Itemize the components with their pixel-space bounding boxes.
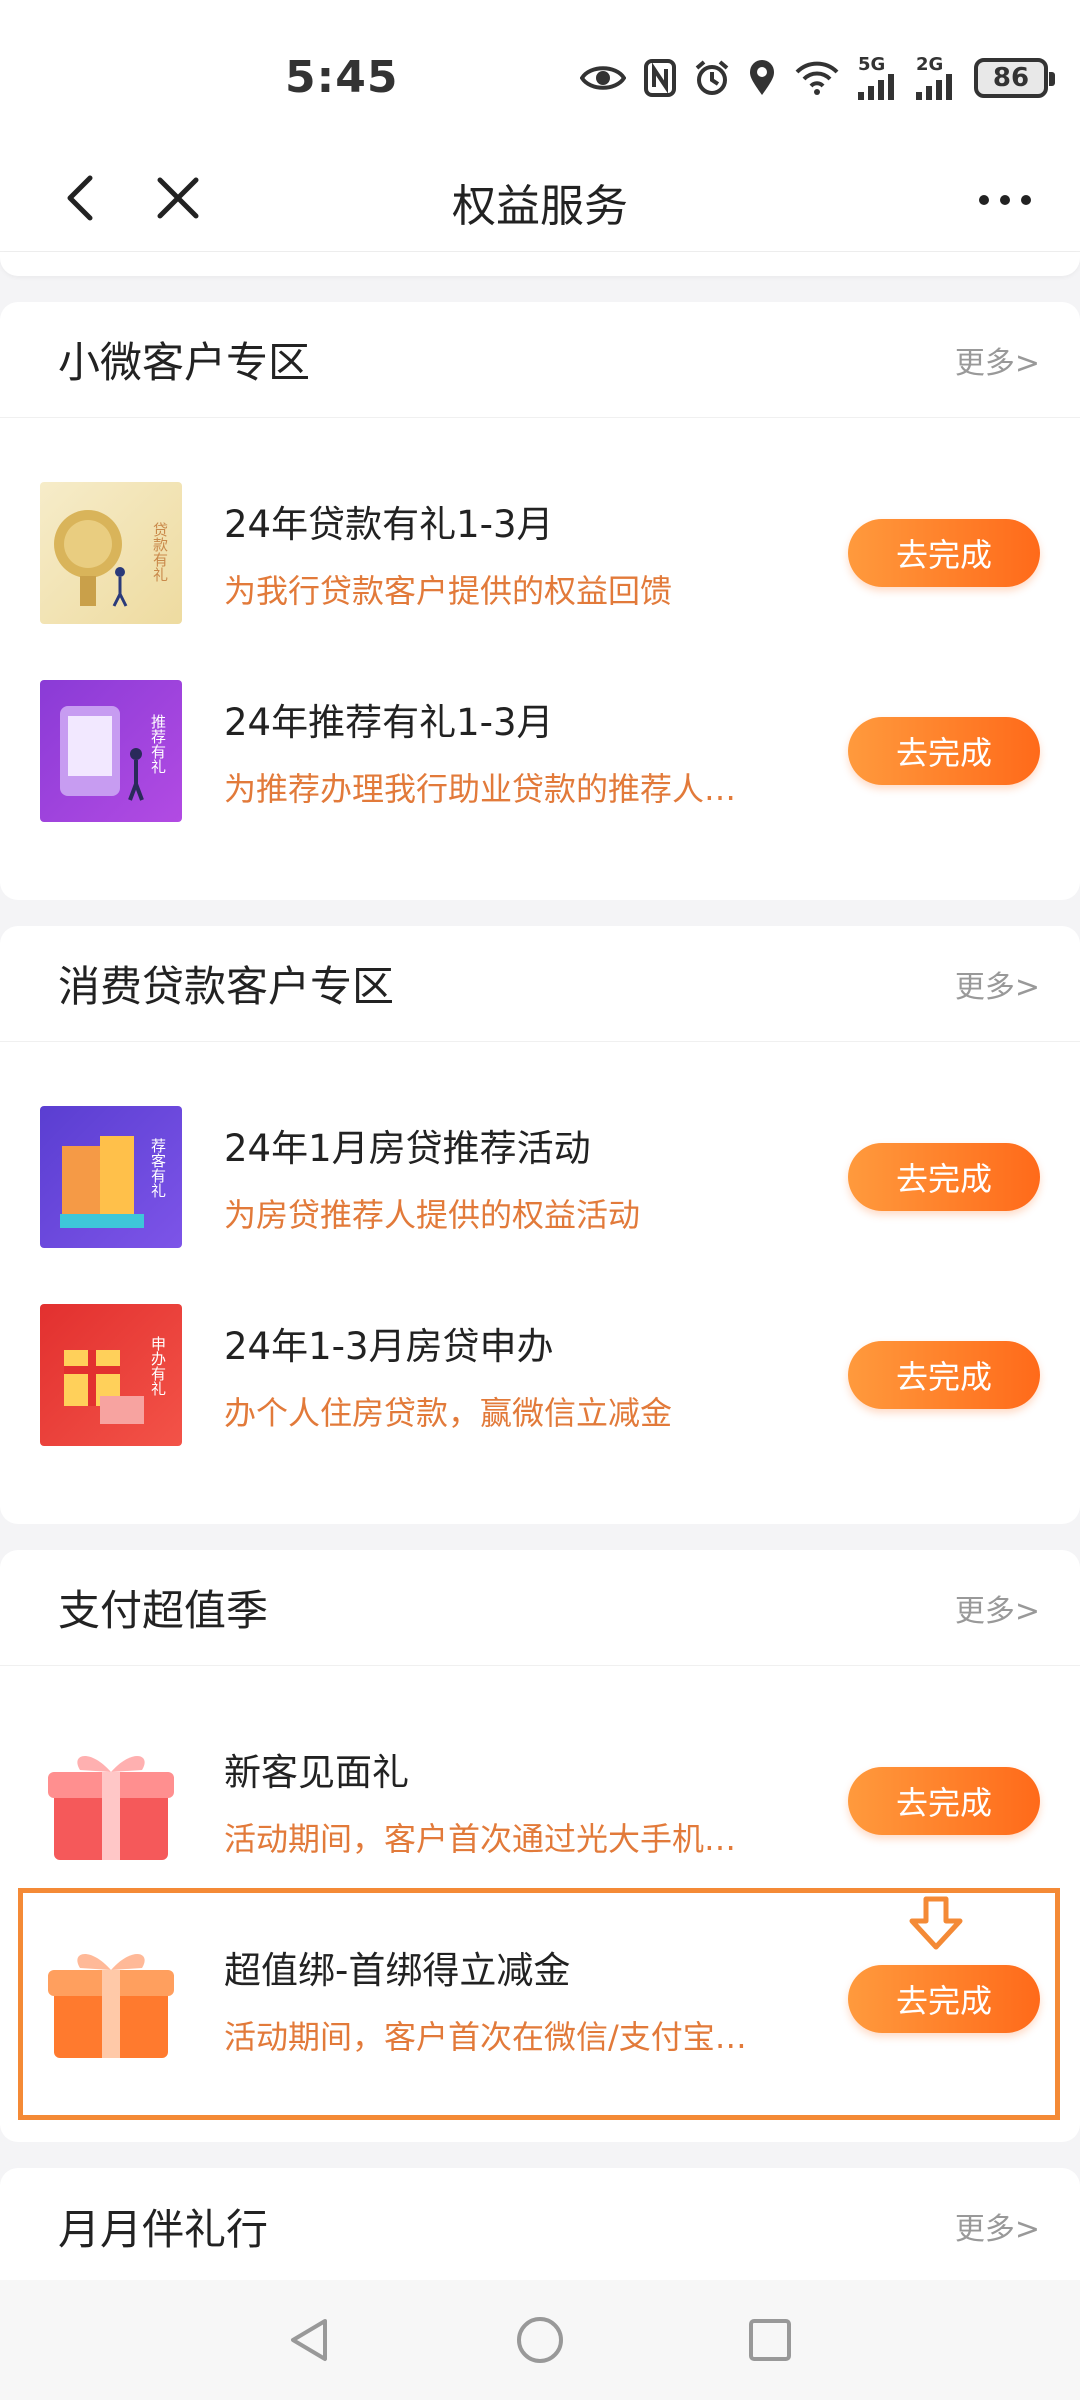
item-text: 新客见面礼 活动期间，客户首次通过光大手机…: [224, 1742, 784, 1860]
item-desc: 为我行贷款客户提供的权益回馈: [224, 572, 673, 610]
gift-box-icon: [40, 1730, 182, 1872]
section-title: 消费贷款客户专区: [58, 962, 395, 1011]
location-icon: [748, 59, 776, 97]
thumb-label: 推荐有礼: [149, 714, 167, 774]
net1-label: 5G: [858, 54, 886, 75]
item-text: 24年贷款有礼1-3月 为我行贷款客户提供的权益回馈: [224, 494, 784, 612]
item-desc: 为推荐办理我行助业贷款的推荐人…: [224, 770, 737, 808]
status-bar: 5:45 5G 2G 86: [0, 0, 1080, 150]
section-payment-season: 支付超值季 更多> 新客见面礼 活动期间，客户首次通过光大手机… 去完成 超值绑…: [0, 1550, 1080, 2142]
go-complete-button[interactable]: 去完成: [848, 1143, 1040, 1211]
item-desc: 为房贷推荐人提供的权益活动: [224, 1196, 641, 1234]
referral-gift-thumbnail: 推荐有礼: [40, 680, 182, 822]
item-text: 24年推荐有礼1-3月 为推荐办理我行助业贷款的推荐人…: [224, 692, 784, 810]
thumb-label: 申办有礼: [149, 1336, 167, 1396]
eye-icon: [580, 62, 626, 94]
section-title: 月月伴礼行: [58, 2204, 269, 2254]
item-desc: 办个人住房贷款，赢微信立减金: [224, 1394, 673, 1432]
home-circle-icon[interactable]: [510, 2310, 570, 2370]
alarm-icon: [694, 59, 730, 97]
section-body: 荐客有礼 24年1月房贷推荐活动 为房贷推荐人提供的权益活动 去完成 申办有礼 …: [0, 1042, 1080, 1524]
down-arrow-icon: [906, 1895, 966, 1951]
section-header: 小微客户专区 更多>: [0, 302, 1080, 418]
item-desc: 活动期间，客户首次通过光大手机…: [224, 1820, 737, 1858]
section-small-business: 小微客户专区 更多> 贷款有礼 24年贷款有礼1-3月 为我行贷款客户提供的权益…: [0, 302, 1080, 900]
battery-icon: 86: [974, 58, 1055, 98]
back-triangle-icon[interactable]: [280, 2310, 340, 2370]
battery-level: 86: [992, 63, 1030, 93]
loan-gift-thumbnail: 贷款有礼: [40, 482, 182, 624]
signal-5g-icon: 5G: [858, 56, 898, 100]
content: 小微客户专区 更多> 贷款有礼 24年贷款有礼1-3月 为我行贷款客户提供的权益…: [0, 252, 1080, 2368]
net2-label: 2G: [916, 54, 944, 75]
gift-box-icon: [40, 1928, 182, 2070]
go-complete-button[interactable]: 去完成: [848, 519, 1040, 587]
section-header: 消费贷款客户专区 更多>: [0, 926, 1080, 1042]
nfc-icon: [644, 59, 676, 97]
page-title: 权益服务: [452, 181, 628, 232]
list-item[interactable]: 荐客有礼 24年1月房贷推荐活动 为房贷推荐人提供的权益活动 去完成: [0, 1078, 1080, 1276]
section-title: 小微客户专区: [58, 338, 311, 387]
signal-2g-icon: 2G: [916, 56, 956, 100]
item-desc: 活动期间，客户首次在微信/支付宝…: [224, 2018, 747, 2056]
item-title: 24年贷款有礼1-3月: [224, 503, 554, 546]
more-link[interactable]: 更多>: [955, 962, 1040, 1006]
section-header: 月月伴礼行 更多>: [0, 2168, 1080, 2284]
system-nav-bar: [0, 2280, 1080, 2400]
section-consumer-loan: 消费贷款客户专区 更多> 荐客有礼 24年1月房贷推荐活动 为房贷推荐人提供的权…: [0, 926, 1080, 1524]
item-text: 24年1-3月房贷申办 办个人住房贷款，赢微信立减金: [224, 1316, 784, 1434]
go-complete-button[interactable]: 去完成: [848, 717, 1040, 785]
list-item[interactable]: 申办有礼 24年1-3月房贷申办 办个人住房贷款，赢微信立减金 去完成: [0, 1276, 1080, 1474]
nav-bar: 权益服务: [0, 150, 1080, 252]
more-link[interactable]: 更多>: [955, 338, 1040, 382]
go-complete-button[interactable]: 去完成: [848, 1767, 1040, 1835]
item-title: 24年1月房贷推荐活动: [224, 1127, 591, 1170]
section-title: 支付超值季: [58, 1586, 269, 1635]
status-icons: 5G 2G 86: [580, 48, 1055, 108]
item-text: 超值绑-首绑得立减金 活动期间，客户首次在微信/支付宝…: [224, 1940, 784, 2058]
go-complete-button[interactable]: 去完成: [848, 1965, 1040, 2033]
wifi-icon: [794, 60, 840, 96]
list-item[interactable]: 推荐有礼 24年推荐有礼1-3月 为推荐办理我行助业贷款的推荐人… 去完成: [0, 652, 1080, 850]
go-complete-button[interactable]: 去完成: [848, 1341, 1040, 1409]
list-item[interactable]: 贷款有礼 24年贷款有礼1-3月 为我行贷款客户提供的权益回馈 去完成: [0, 454, 1080, 652]
status-time: 5:45: [285, 52, 399, 103]
section-header: 支付超值季 更多>: [0, 1550, 1080, 1666]
more-dots-icon[interactable]: [970, 170, 1040, 230]
thumb-label: 荐客有礼: [149, 1138, 167, 1198]
mortgage-referral-thumbnail: 荐客有礼: [40, 1106, 182, 1248]
more-link[interactable]: 更多>: [955, 1586, 1040, 1630]
list-item[interactable]: 新客见面礼 活动期间，客户首次通过光大手机… 去完成: [0, 1702, 1080, 1900]
section-body: 贷款有礼 24年贷款有礼1-3月 为我行贷款客户提供的权益回馈 去完成 推荐有礼…: [0, 418, 1080, 900]
thumb-label: 贷款有礼: [151, 522, 169, 582]
page: 5:45 5G 2G 86 权益服务 小微客户专区 更多> 贷款有礼 24年贷款…: [0, 0, 1080, 2400]
mortgage-apply-thumbnail: 申办有礼: [40, 1304, 182, 1446]
item-title: 新客见面礼: [224, 1751, 409, 1794]
item-title: 24年推荐有礼1-3月: [224, 701, 554, 744]
item-text: 24年1月房贷推荐活动 为房贷推荐人提供的权益活动: [224, 1118, 784, 1236]
previous-card-edge: [0, 252, 1080, 276]
more-link[interactable]: 更多>: [955, 2204, 1040, 2248]
item-title: 24年1-3月房贷申办: [224, 1325, 554, 1368]
recents-square-icon[interactable]: [740, 2310, 800, 2370]
item-title: 超值绑-首绑得立减金: [224, 1949, 571, 1992]
